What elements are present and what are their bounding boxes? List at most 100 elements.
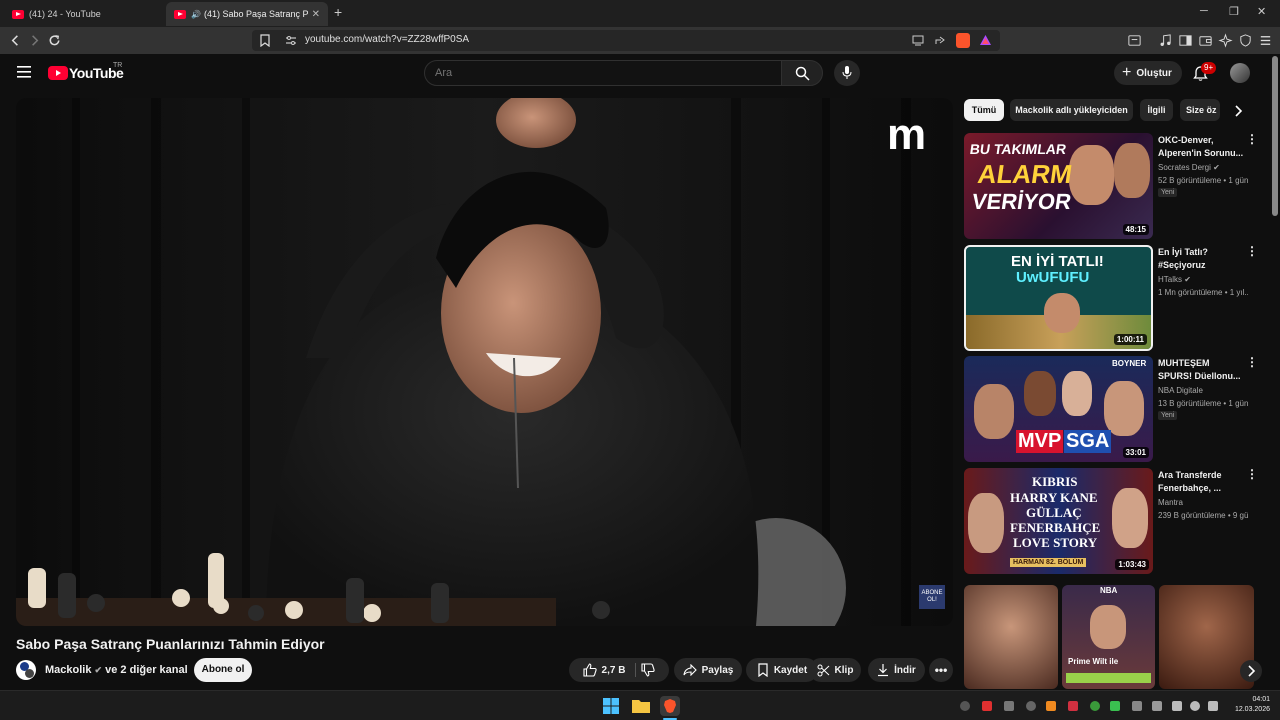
recommendation-channel[interactable]: HTalks ✔	[1158, 275, 1191, 284]
back-icon[interactable]	[8, 33, 23, 48]
tray-app-icon[interactable]	[1046, 701, 1056, 711]
chip-related[interactable]: İlgili	[1140, 99, 1173, 121]
more-vertical-icon[interactable]: ⋮	[1246, 133, 1258, 145]
more-actions-button[interactable]: •••	[929, 658, 953, 682]
microphone-tray-icon[interactable]	[1152, 701, 1162, 711]
video-thumbnail[interactable]: BU TAKIMLAR ALARM VERİYOR 48:15	[964, 133, 1153, 239]
tray-app-icon[interactable]	[982, 701, 992, 711]
recommendation-channel-name: HTalks	[1158, 275, 1183, 284]
chip-from-uploader[interactable]: Mackolik adlı yükleyiciden	[1010, 99, 1133, 121]
more-vertical-icon[interactable]: ⋮	[1246, 468, 1258, 480]
vpn-shield-icon[interactable]	[1238, 33, 1253, 48]
close-window-button[interactable]: ✕	[1257, 5, 1266, 18]
save-button[interactable]: Kaydet	[746, 658, 818, 682]
account-avatar[interactable]	[1230, 63, 1250, 83]
cast-icon[interactable]	[912, 35, 924, 46]
channel-avatar[interactable]	[16, 660, 36, 680]
recommendation-item[interactable]: BOYNER MVP SGA 33:01 MUHTEŞEM SPURS! Düe…	[964, 356, 1264, 462]
new-tab-button[interactable]: +	[334, 4, 342, 20]
minimize-button[interactable]: ─	[1200, 5, 1208, 17]
recommendation-meta: 13 B görüntüleme • 1 gün...	[1158, 399, 1248, 408]
recommendation-title[interactable]: Ara Transferde Fenerbahçe, ...	[1158, 469, 1244, 495]
recommendation-channel[interactable]: Socrates Dergi ✔	[1158, 163, 1220, 172]
short-thumbnail[interactable]: NBA Prime Wilt ile	[1062, 585, 1155, 689]
like-button[interactable]: 2,7 B	[582, 663, 637, 677]
close-tab-icon[interactable]: ✕	[312, 9, 320, 20]
network-icon[interactable]	[1172, 701, 1182, 711]
tray-app-icon[interactable]	[1110, 701, 1120, 711]
new-badge: Yeni	[1158, 188, 1178, 197]
search-input[interactable]	[435, 67, 765, 79]
youtube-logo-icon[interactable]	[48, 66, 68, 80]
browser-tab-active[interactable]: 🔊 (41) Sabo Paşa Satranç Puanla ✕	[166, 2, 328, 26]
address-bar[interactable]: youtube.com/watch?v=ZZ28wffP0SA	[252, 30, 1000, 51]
forward-icon[interactable]	[27, 33, 42, 48]
shorts-next-button[interactable]	[1240, 660, 1262, 682]
recommendation-item[interactable]: BU TAKIMLAR ALARM VERİYOR 48:15 OKC-Denv…	[964, 133, 1264, 239]
volume-icon[interactable]	[1190, 701, 1200, 711]
youtube-header: YouTube TR + Oluştur 9+	[0, 54, 1280, 94]
recommendation-channel[interactable]: Mantra	[1158, 498, 1183, 507]
browser-tab-youtube-home[interactable]: (41) 24 - YouTube	[4, 2, 162, 26]
tray-app-icon[interactable]	[1026, 701, 1036, 711]
brave-rewards-icon[interactable]	[979, 34, 992, 46]
clip-button[interactable]: Klip	[809, 658, 861, 682]
recommendation-channel[interactable]: NBA Digitale	[1158, 386, 1203, 395]
subscribe-button[interactable]: Abone ol	[194, 658, 252, 682]
windows-start-icon[interactable]	[603, 698, 619, 714]
share-page-icon[interactable]	[934, 35, 946, 46]
tray-app-icon[interactable]	[960, 701, 970, 711]
search-button[interactable]	[781, 60, 823, 86]
verified-check-icon: ✔	[1213, 163, 1220, 172]
short-caption: Prime Wilt ile	[1068, 657, 1119, 666]
tray-app-icon[interactable]	[1090, 701, 1100, 711]
voice-search-button[interactable]	[834, 60, 860, 86]
chips-next-icon[interactable]	[1232, 104, 1244, 118]
music-icon[interactable]	[1158, 33, 1173, 48]
hamburger-menu-icon[interactable]	[17, 66, 31, 78]
brave-shield-icon[interactable]	[956, 33, 970, 48]
wallet-icon[interactable]	[1198, 33, 1213, 48]
more-vertical-icon[interactable]: ⋮	[1246, 245, 1258, 257]
share-label: Paylaş	[701, 664, 734, 676]
recommendation-title[interactable]: OKC-Denver, Alperen'in Sorunu...	[1158, 134, 1244, 160]
taskbar-clock[interactable]: 04:01 12.03.2026	[1226, 695, 1270, 715]
tray-app-icon[interactable]	[1132, 701, 1142, 711]
menu-icon[interactable]	[1258, 33, 1273, 48]
video-thumbnail[interactable]: EN İYİ TATLI! UwUFUFU 1:00:11	[964, 245, 1153, 351]
share-button[interactable]: Paylaş	[674, 658, 742, 682]
download-button[interactable]: İndir	[868, 658, 925, 682]
thumbnail-caption: SGA	[1064, 430, 1112, 453]
subscribe-watermark[interactable]: ABONE OL!	[919, 585, 945, 609]
short-thumbnail[interactable]	[964, 585, 1058, 689]
tray-app-icon[interactable]	[1068, 701, 1078, 711]
thumbnail-caption: FENERBAHÇE	[1010, 520, 1101, 535]
search-box[interactable]	[424, 60, 782, 86]
channel-name[interactable]: Mackolik ✔ ve 2 diğer kanal	[45, 664, 188, 676]
recommendation-item[interactable]: KIBRIS HARRY KANE GÜLLAÇ FENERBAHÇE LOVE…	[964, 468, 1264, 574]
recommendation-title[interactable]: MUHTEŞEM SPURS! Düellonu...	[1158, 357, 1244, 383]
recommendation-title[interactable]: En İyi Tatlı? #Seçiyoruz	[1158, 246, 1244, 272]
reader-mode-icon[interactable]	[1127, 33, 1142, 48]
reload-icon[interactable]	[47, 33, 62, 48]
brave-taskbar-button[interactable]	[660, 696, 680, 716]
thumbs-down-icon[interactable]	[641, 663, 656, 677]
tray-app-icon[interactable]	[1004, 701, 1014, 711]
more-vertical-icon[interactable]: ⋮	[1246, 356, 1258, 368]
chip-for-you[interactable]: Size öz	[1180, 99, 1220, 121]
video-player[interactable]: m ABONE OL!	[16, 98, 953, 626]
video-thumbnail[interactable]: BOYNER MVP SGA 33:01	[964, 356, 1153, 462]
battery-icon[interactable]	[1208, 701, 1218, 711]
chip-all[interactable]: Tümü	[964, 99, 1004, 121]
bookmark-icon[interactable]	[259, 34, 271, 47]
leo-ai-icon[interactable]	[1218, 33, 1233, 48]
create-button[interactable]: + Oluştur	[1114, 61, 1182, 85]
file-explorer-icon[interactable]	[632, 698, 650, 713]
channel-watermark-logo[interactable]: m	[887, 113, 926, 157]
maximize-button[interactable]: ❐	[1229, 5, 1239, 18]
page-scrollbar[interactable]	[1272, 56, 1278, 216]
site-settings-icon[interactable]	[285, 35, 297, 46]
video-thumbnail[interactable]: KIBRIS HARRY KANE GÜLLAÇ FENERBAHÇE LOVE…	[964, 468, 1153, 574]
recommendation-item[interactable]: EN İYİ TATLI! UwUFUFU 1:00:11 En İyi Tat…	[964, 245, 1264, 351]
sidebar-icon[interactable]	[1178, 33, 1193, 48]
